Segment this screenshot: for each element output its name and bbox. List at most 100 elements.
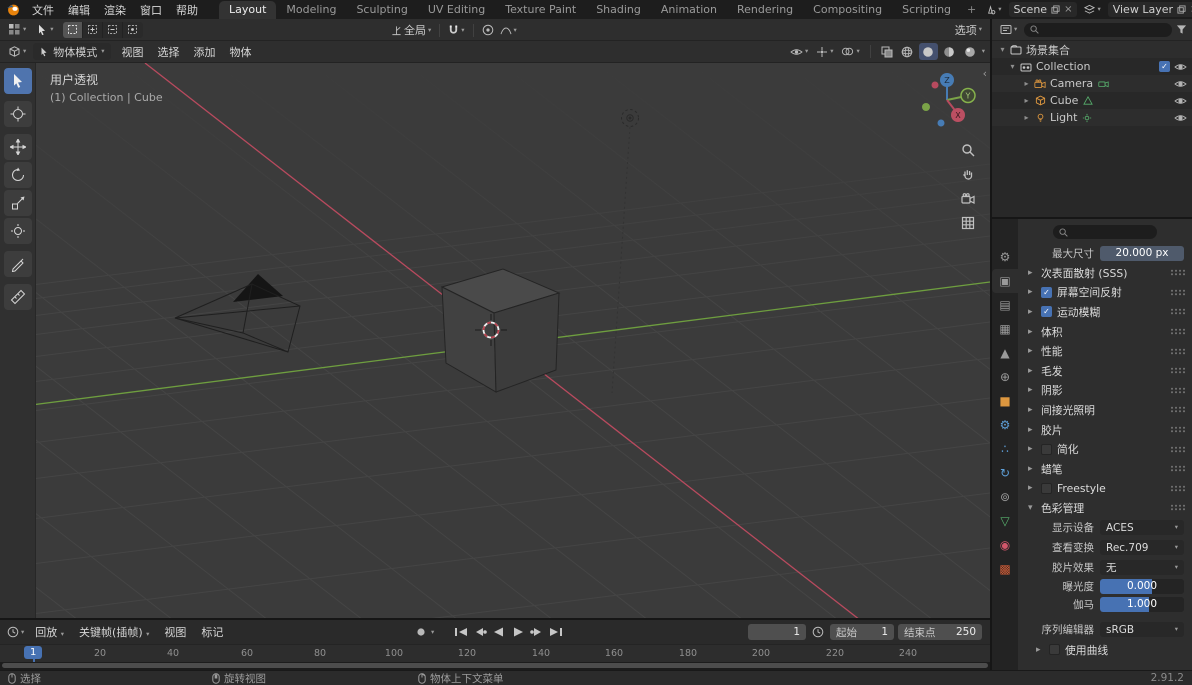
- jump-to-start-button[interactable]: [452, 624, 469, 640]
- blender-logo-icon[interactable]: [6, 2, 21, 17]
- tab-animation[interactable]: Animation: [651, 1, 727, 19]
- section-simplify[interactable]: ▸ 简化: [1018, 439, 1192, 459]
- tool-transform[interactable]: [3, 218, 32, 244]
- select-mode-subtract-button[interactable]: [103, 21, 123, 38]
- unlink-scene-icon[interactable]: ×: [1064, 4, 1072, 15]
- section-grease-pencil[interactable]: ▸ 蜡笔: [1018, 459, 1192, 479]
- cube-object[interactable]: [440, 268, 561, 393]
- shading-dropdown-caret[interactable]: ▾: [982, 48, 985, 55]
- motion-blur-checkbox[interactable]: [1041, 306, 1052, 318]
- tool-rotate[interactable]: [3, 162, 32, 188]
- section-color-management[interactable]: ▾ 色彩管理: [1018, 498, 1192, 518]
- timeline-scrollbar[interactable]: [0, 662, 990, 670]
- orthographic-toggle-button[interactable]: [961, 216, 975, 230]
- active-tool-button[interactable]: ▾: [33, 22, 56, 38]
- tool-measure[interactable]: [3, 284, 32, 310]
- menu-object[interactable]: 物体: [223, 43, 259, 61]
- gamma-slider[interactable]: 1.000: [1100, 597, 1184, 613]
- shading-rendered-button[interactable]: [961, 43, 980, 60]
- tab-render[interactable]: ▣: [992, 269, 1018, 293]
- tab-object[interactable]: ■: [992, 389, 1018, 413]
- tool-annotate[interactable]: [3, 251, 32, 277]
- tab-physics[interactable]: ↻: [992, 461, 1018, 485]
- tab-modeling[interactable]: Modeling: [276, 1, 346, 19]
- properties-search-input[interactable]: [1053, 225, 1157, 239]
- section-film[interactable]: ▸ 胶片: [1018, 420, 1192, 440]
- camera-data-icon[interactable]: [1098, 79, 1109, 88]
- menu-timeline-view[interactable]: 视图: [157, 623, 193, 641]
- exposure-slider[interactable]: 0.000: [1100, 579, 1184, 595]
- drag-dots-icon[interactable]: [1170, 406, 1185, 414]
- section-motion-blur[interactable]: ▸运动模糊: [1018, 302, 1192, 322]
- playhead-badge[interactable]: 1: [24, 646, 43, 659]
- tab-sculpting[interactable]: Sculpting: [346, 1, 417, 19]
- viewport-editor-type-button[interactable]: ▾: [5, 43, 29, 60]
- section-shadows[interactable]: ▸ 阴影: [1018, 381, 1192, 401]
- view-transform-dropdown[interactable]: Rec.709 ▾: [1100, 540, 1184, 556]
- menu-render[interactable]: 渲染: [97, 1, 133, 19]
- timeline-editor-type-button[interactable]: ▾: [4, 624, 27, 640]
- shading-wireframe-button[interactable]: [898, 43, 917, 60]
- outliner-search-input[interactable]: [1024, 22, 1172, 37]
- tab-compositing[interactable]: Compositing: [803, 1, 892, 19]
- hide-eye-icon[interactable]: [1174, 96, 1187, 106]
- section-volumetrics[interactable]: ▸ 体积: [1018, 322, 1192, 342]
- browse-scene-button[interactable]: ▾: [982, 2, 1004, 17]
- drag-dots-icon[interactable]: [1170, 504, 1185, 512]
- snap-toggle-button[interactable]: ▾: [445, 22, 467, 38]
- tab-object-data[interactable]: ▽: [992, 509, 1018, 533]
- expand-icon[interactable]: ▸: [1020, 79, 1033, 88]
- section-indirect-lighting[interactable]: ▸ 间接光照明: [1018, 400, 1192, 420]
- menu-select[interactable]: 选择: [151, 43, 187, 61]
- look-dropdown[interactable]: 无 ▾: [1100, 560, 1184, 576]
- drag-dots-icon[interactable]: [1170, 465, 1185, 473]
- zoom-button[interactable]: [961, 143, 975, 157]
- tool-select-box[interactable]: [3, 68, 32, 94]
- transform-orientation-dropdown[interactable]: 全局 ▾: [388, 20, 434, 40]
- browse-view-layer-button[interactable]: ▾: [1081, 2, 1103, 17]
- mesh-data-icon[interactable]: [1083, 96, 1094, 105]
- sidebar-toggle-icon[interactable]: ‹: [983, 67, 987, 80]
- outliner-row-cube[interactable]: ▸ Cube: [992, 92, 1192, 109]
- tab-layout[interactable]: Layout: [219, 1, 277, 19]
- proportional-edit-button[interactable]: [479, 22, 497, 38]
- ssr-checkbox[interactable]: [1041, 286, 1052, 298]
- pan-hand-button[interactable]: [961, 168, 975, 182]
- tab-material[interactable]: ◉: [992, 533, 1018, 557]
- navigation-gizmo[interactable]: Z Y X: [918, 69, 976, 127]
- select-mode-invert-button[interactable]: [123, 22, 143, 38]
- next-keyframe-button[interactable]: [528, 624, 545, 640]
- tool-settings-editor-button[interactable]: ▾: [5, 21, 29, 38]
- menu-view[interactable]: 视图: [115, 43, 151, 61]
- section-performance[interactable]: ▸ 性能: [1018, 341, 1192, 361]
- sequencer-dropdown[interactable]: sRGB ▾: [1100, 622, 1184, 638]
- expand-icon[interactable]: ▾: [1006, 62, 1019, 71]
- proportional-falloff-dropdown[interactable]: ▾: [497, 23, 520, 38]
- tab-rendering[interactable]: Rendering: [727, 1, 803, 19]
- select-mode-extend-button[interactable]: [83, 21, 103, 38]
- tab-texture-paint[interactable]: Texture Paint: [495, 1, 586, 19]
- subsection-use-curves[interactable]: ▸ 使用曲线: [1018, 640, 1192, 660]
- section-hair[interactable]: ▸ 毛发: [1018, 361, 1192, 381]
- freestyle-checkbox[interactable]: [1041, 482, 1052, 494]
- section-sss[interactable]: ▸ 次表面散射 (SSS): [1018, 263, 1192, 283]
- outliner-row-scene-collection[interactable]: ▾ 场景集合: [992, 41, 1192, 58]
- shading-solid-button[interactable]: [918, 43, 938, 60]
- new-scene-icon[interactable]: [1051, 5, 1060, 14]
- drag-dots-icon[interactable]: [1170, 347, 1185, 355]
- new-view-layer-icon[interactable]: [1177, 5, 1186, 14]
- overlays-dropdown[interactable]: ▾: [838, 44, 862, 59]
- light-data-icon[interactable]: [1082, 113, 1092, 123]
- drag-dots-icon[interactable]: [1170, 367, 1185, 375]
- timeline-ruler[interactable]: 20 40 60 80 100 120 140 160 180 200 220 …: [0, 644, 990, 662]
- expand-icon[interactable]: ▸: [1020, 113, 1033, 122]
- menu-keying[interactable]: 关键帧(插帧) ▾: [72, 623, 156, 641]
- tool-scale[interactable]: [3, 190, 32, 216]
- hide-eye-icon[interactable]: [1174, 79, 1187, 89]
- add-workspace-button[interactable]: +: [961, 1, 982, 19]
- menu-add[interactable]: 添加: [187, 43, 223, 61]
- select-mode-new-button[interactable]: [62, 21, 83, 38]
- jump-to-end-button[interactable]: [547, 624, 564, 640]
- auto-keying-button[interactable]: [412, 624, 429, 640]
- expand-icon[interactable]: ▾: [996, 45, 1009, 54]
